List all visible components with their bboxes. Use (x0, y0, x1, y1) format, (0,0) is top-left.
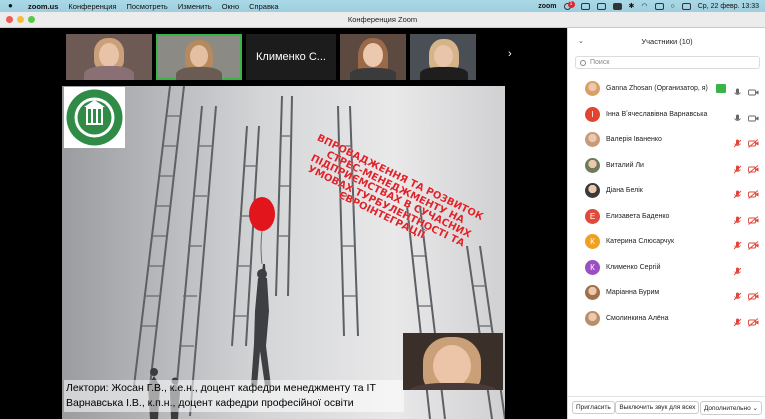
red-balloon (249, 197, 275, 231)
video-camera-off-icon[interactable] (748, 135, 759, 148)
microphone-muted-icon[interactable] (733, 314, 742, 326)
microphone-icon[interactable] (733, 110, 742, 121)
menu-app-name[interactable]: zoom.us (28, 2, 58, 11)
macos-menubar: ● zoom.us Конференция Посмотреть Изменит… (0, 0, 765, 12)
tile-name-label: Клименко С... (256, 51, 326, 63)
panel-header: ⌄ Участники (10) (568, 37, 765, 46)
participant-strip: Клименко С... (66, 34, 476, 80)
menu-item-edit[interactable]: Изменить (178, 2, 212, 11)
status-area: zoom 1 ✱ ◠ ○ Ср, 22 февр. 13:33 (538, 0, 759, 12)
avatar (585, 132, 600, 148)
video-camera-off-icon[interactable] (748, 314, 759, 327)
video-camera-icon[interactable] (748, 110, 759, 121)
avatar (585, 285, 600, 301)
participant-name: Інна Вʼячеславівна Варнавська (606, 110, 708, 118)
avatar: I (585, 106, 600, 122)
battery-icon[interactable] (596, 2, 606, 10)
battery-level-icon[interactable] (654, 2, 664, 10)
screen-share-status-icon (716, 84, 726, 93)
keyboard-icon[interactable] (612, 2, 622, 10)
participant-row[interactable]: К Катерина Слюсарчук (568, 229, 765, 255)
participant-name: Маріанна Бурим (606, 289, 660, 297)
microphone-muted-icon[interactable] (733, 186, 742, 199)
microphone-muted-icon[interactable] (733, 161, 742, 173)
participant-name: Катерина Слюсарчук (606, 238, 675, 246)
avatar: К (585, 234, 600, 250)
video-camera-off-icon[interactable] (748, 212, 759, 225)
chevron-right-icon[interactable]: › (508, 48, 512, 60)
microphone-muted-icon[interactable] (733, 237, 742, 250)
participant-name: Клименко Сергій (606, 263, 661, 271)
video-tile-3[interactable] (340, 34, 406, 80)
microphone-muted-icon[interactable] (733, 212, 742, 224)
notification-badge[interactable]: 1 (563, 1, 575, 10)
participant-row[interactable]: К Клименко Сергій (568, 255, 765, 281)
participant-name: Ganna Zhosan (Организатор, я) (606, 85, 708, 93)
video-camera-icon[interactable] (748, 84, 759, 96)
participant-name: Валерія Іваненко (606, 136, 662, 144)
video-camera-off-icon[interactable] (748, 186, 759, 199)
participant-search-input[interactable]: Поиск (575, 56, 760, 69)
video-area: Клименко С... › ВПРОВАДЖЕННЯ ТА РОЗВИТОК… (0, 28, 567, 419)
participant-name: Смолинкина Алёна (606, 314, 669, 322)
video-camera-off-icon[interactable] (748, 237, 759, 250)
video-tile-active-speaker[interactable] (156, 34, 242, 80)
participant-name: Виталий Ли (606, 161, 644, 169)
avatar (585, 183, 600, 199)
participants-panel: ⌄ Участники (10) Поиск Ganna Zhosan (Орг… (567, 28, 765, 419)
search-icon[interactable]: ○ (671, 3, 675, 10)
avatar (585, 81, 600, 97)
menu-item-help[interactable]: Справка (249, 2, 278, 11)
avatar: К (585, 259, 600, 275)
menu-item-window[interactable]: Окно (222, 2, 239, 11)
chevron-down-icon[interactable]: ⌄ (578, 37, 584, 45)
avatar (585, 310, 600, 326)
video-camera-off-icon[interactable] (748, 161, 759, 174)
participant-row[interactable]: I Інна Вʼячеславівна Варнавська (568, 102, 765, 128)
more-button[interactable]: Дополнительно ⌄ (699, 400, 762, 415)
participant-row[interactable]: Маріанна Бурим (568, 280, 765, 306)
invite-button[interactable]: Пригласить (572, 401, 615, 414)
window-titlebar: Конференция Zoom (0, 12, 765, 28)
menu-item-view[interactable]: Посмотреть (126, 2, 167, 11)
participant-row[interactable]: Валерія Іваненко (568, 127, 765, 153)
participant-list: Ganna Zhosan (Организатор, я) I Інна Вʼяче… (568, 76, 765, 331)
participant-name: Елизавета Баденко (606, 212, 670, 220)
zoom-status-label[interactable]: zoom (538, 3, 556, 10)
apple-icon[interactable]: ● (8, 2, 16, 10)
participant-row[interactable]: Е Елизавета Баденко (568, 204, 765, 230)
caption-line-1: Лектори: Жосан Г.В., к.е.н., доцент кафе… (66, 382, 376, 394)
avatar (585, 157, 600, 173)
mute-all-button[interactable]: Выключить звук для всех (615, 401, 700, 414)
menu-item-conference[interactable]: Конференция (68, 2, 116, 11)
video-camera-off-icon[interactable] (748, 288, 759, 301)
participant-row[interactable]: Ganna Zhosan (Организатор, я) (568, 76, 765, 102)
participant-row[interactable]: Смолинкина Алёна (568, 306, 765, 332)
screen-share-icon[interactable] (580, 2, 590, 10)
caption-line-2: Варнавська І.В., к.п.н., доцент кафедри … (66, 397, 354, 409)
video-tile-4[interactable] (410, 34, 476, 80)
wifi-icon[interactable]: ◠ (641, 2, 647, 10)
microphone-muted-icon[interactable] (733, 288, 742, 301)
university-logo (64, 87, 125, 148)
window-title: Конференция Zoom (347, 15, 418, 24)
datetime[interactable]: Ср, 22 февр. 13:33 (698, 3, 759, 10)
video-tile-name-only[interactable]: Клименко С... (246, 34, 336, 80)
avatar: Е (585, 208, 600, 224)
microphone-muted-icon[interactable] (733, 135, 742, 148)
panel-title: Участники (10) (641, 37, 693, 46)
bluetooth-icon[interactable]: ✱ (629, 2, 635, 10)
video-tile-1[interactable] (66, 34, 152, 80)
microphone-icon[interactable] (733, 84, 742, 95)
participant-row[interactable]: Виталий Ли (568, 153, 765, 179)
search-icon (580, 59, 586, 66)
panel-footer: Пригласить Выключить звук для всех Допол… (568, 396, 765, 418)
control-center-icon[interactable] (681, 2, 691, 10)
presenter-video[interactable] (403, 333, 503, 390)
search-placeholder: Поиск (590, 59, 610, 66)
lecturers-caption: Лектори: Жосан Г.В., к.е.н., доцент кафе… (64, 380, 404, 412)
participant-name: Діана Белік (606, 187, 643, 195)
participant-row[interactable]: Діана Белік (568, 178, 765, 204)
microphone-muted-icon[interactable] (733, 263, 742, 275)
